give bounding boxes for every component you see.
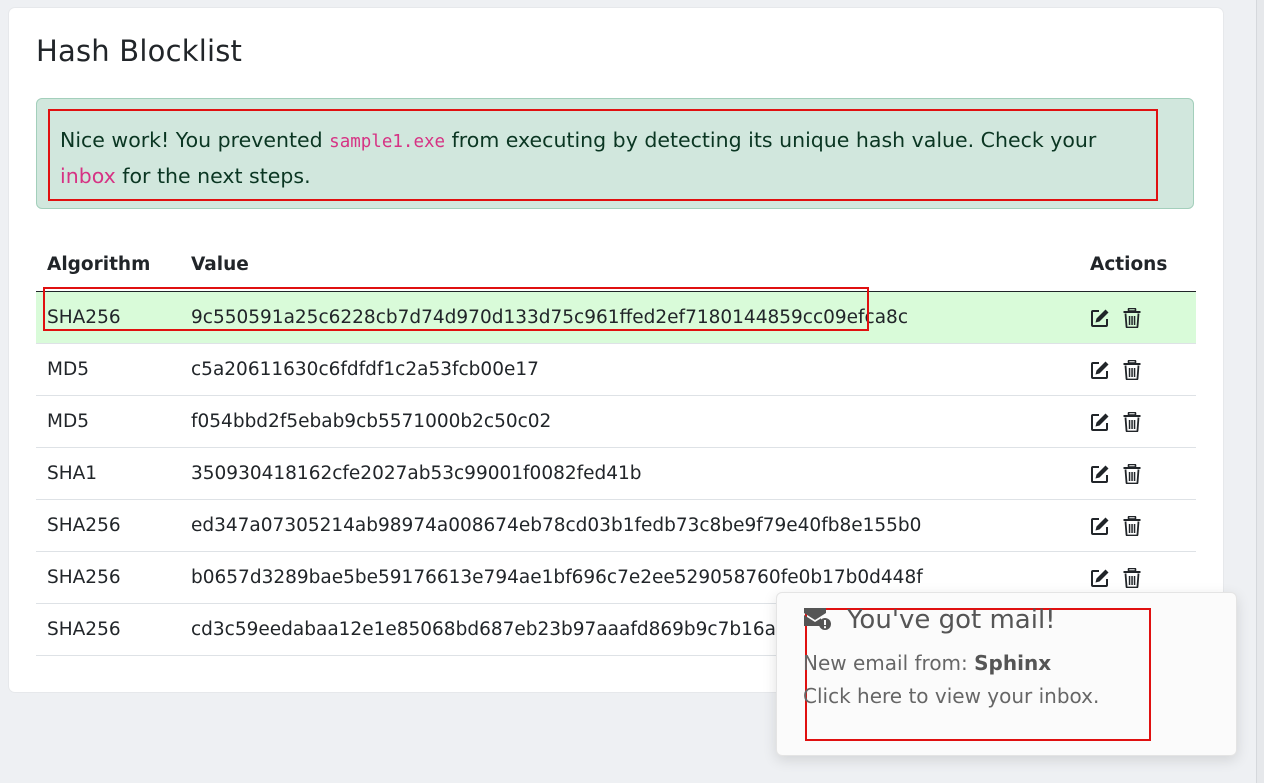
alert-text-after: for the next steps. <box>115 164 311 188</box>
alert-annotation-box: Nice work! You prevented sample1.exe fro… <box>48 109 1158 201</box>
algorithm-cell: SHA1 <box>36 447 180 500</box>
trash-icon[interactable] <box>1122 359 1142 380</box>
row-actions <box>1090 567 1196 588</box>
row-actions <box>1090 515 1196 536</box>
hash-value-cell: 9c550591a25c6228cb7d74d970d133d75c961ffe… <box>180 291 1079 344</box>
table-row: SHA1 350930418162cfe2027ab53c99001f0082fe… <box>36 447 1196 500</box>
hash-value-cell: f054bbd2f5ebab9cb5571000b2c50c02 <box>180 395 1079 448</box>
table-row: MD5 c5a20611630c6fdfdf1c2a53fcb00e17 <box>36 343 1196 396</box>
actions-cell <box>1079 395 1196 448</box>
row-actions <box>1090 307 1196 328</box>
actions-cell <box>1079 291 1196 344</box>
row-actions <box>1090 463 1196 484</box>
algorithm-cell: SHA256 <box>36 551 180 604</box>
trash-icon[interactable] <box>1122 411 1142 432</box>
edit-icon[interactable] <box>1090 568 1110 588</box>
edit-icon[interactable] <box>1090 308 1110 328</box>
inbox-link[interactable]: inbox <box>60 164 116 188</box>
actions-cell <box>1079 343 1196 396</box>
row-actions <box>1090 359 1196 380</box>
toast-header: You've got mail! <box>803 605 1056 635</box>
edit-icon[interactable] <box>1090 360 1110 380</box>
algorithm-cell: MD5 <box>36 395 180 448</box>
toast-cta[interactable]: Click here to view your inbox. <box>803 684 1099 708</box>
hash-value-cell: 350930418162cfe2027ab53c99001f0082fed41b <box>180 447 1079 500</box>
main-card: Hash Blocklist Nice work! You prevented … <box>9 8 1223 692</box>
algorithm-cell: SHA256 <box>36 603 180 656</box>
toast-from-label: New email from: <box>803 651 975 675</box>
hash-value-cell: c5a20611630c6fdfdf1c2a53fcb00e17 <box>180 343 1079 396</box>
mail-alert-icon <box>803 605 833 635</box>
hash-value-cell: ed347a07305214ab98974a008674eb78cd03b1fe… <box>180 499 1079 552</box>
table-row: SHA256 9c550591a25c6228cb7d74d970d133d75c… <box>36 291 1196 344</box>
trash-icon[interactable] <box>1122 567 1142 588</box>
header-actions: Actions <box>1079 237 1196 292</box>
mail-toast[interactable]: You've got mail! New email from: Sphinx … <box>776 592 1237 756</box>
row-actions <box>1090 411 1196 432</box>
edit-icon[interactable] <box>1090 464 1110 484</box>
header-value: Value <box>180 237 1079 292</box>
algorithm-cell: MD5 <box>36 343 180 396</box>
actions-cell <box>1079 447 1196 500</box>
alert-text-before: Nice work! You prevented <box>60 128 330 152</box>
algorithm-cell: SHA256 <box>36 291 180 344</box>
header-algorithm: Algorithm <box>36 237 180 292</box>
toast-from: New email from: Sphinx <box>803 651 1051 675</box>
edit-icon[interactable] <box>1090 516 1110 536</box>
trash-icon[interactable] <box>1122 307 1142 328</box>
algorithm-cell: SHA256 <box>36 499 180 552</box>
table-row: SHA256 ed347a07305214ab98974a008674eb78cd… <box>36 499 1196 552</box>
toast-title: You've got mail! <box>847 605 1056 635</box>
edit-icon[interactable] <box>1090 412 1110 432</box>
trash-icon[interactable] <box>1122 515 1142 536</box>
trash-icon[interactable] <box>1122 463 1142 484</box>
alert-filename: sample1.exe <box>329 132 446 152</box>
scrollbar[interactable] <box>1256 0 1264 783</box>
table-header-row: Algorithm Value Actions <box>36 237 1196 292</box>
table-row: MD5 f054bbd2f5ebab9cb5571000b2c50c02 <box>36 395 1196 448</box>
success-alert: Nice work! You prevented sample1.exe fro… <box>36 98 1194 209</box>
actions-cell <box>1079 499 1196 552</box>
toast-from-name: Sphinx <box>974 651 1052 675</box>
alert-text-middle: from executing by detecting its unique h… <box>445 128 1097 152</box>
page-title: Hash Blocklist <box>36 34 243 68</box>
